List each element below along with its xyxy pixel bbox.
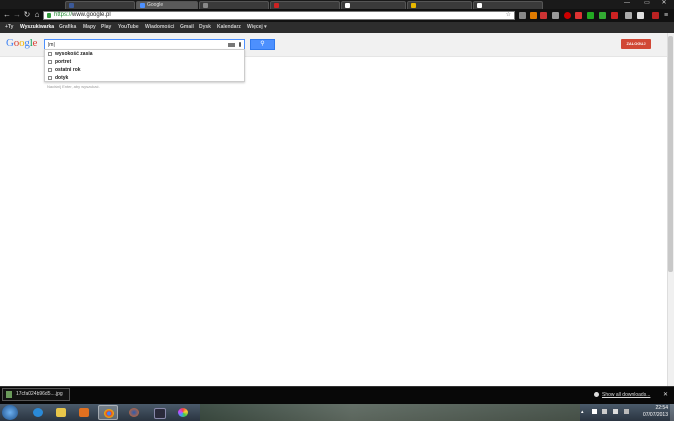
extension-icon[interactable] (637, 12, 644, 19)
history-icon (48, 76, 52, 80)
checkmark-icon[interactable] (587, 12, 594, 19)
tab-facebook[interactable] (65, 1, 135, 9)
tab-strip: Google — ▭ ✕ (0, 0, 674, 9)
gbar-item-gmail[interactable]: Gmail (180, 22, 194, 33)
monitor-icon (154, 408, 166, 419)
history-icon (48, 68, 52, 72)
gbar-item-youtube[interactable]: YouTube (118, 22, 139, 33)
start-button[interactable] (2, 405, 18, 420)
taskbar-media-player[interactable] (74, 405, 94, 420)
internet-explorer-icon (33, 408, 43, 417)
scrollbar-thumb[interactable] (668, 36, 673, 272)
google-bar: +Ty Wyszukiwarka Grafika Mapy Play YouTu… (0, 22, 674, 33)
download-bar (0, 386, 674, 404)
page-icon (477, 3, 482, 8)
flag-icon[interactable] (592, 409, 597, 414)
search-button[interactable]: ⚲ (250, 39, 275, 50)
close-window-button[interactable]: ✕ (657, 0, 671, 7)
extension-icon[interactable] (625, 12, 632, 19)
extension-icon[interactable] (540, 12, 547, 19)
sign-in-button[interactable]: ZALOGUJ (621, 39, 651, 49)
restore-button[interactable]: ▭ (640, 0, 654, 7)
taskbar-explorer[interactable] (51, 405, 71, 420)
gbar-item-news[interactable]: Wiadomości (145, 22, 174, 33)
show-all-downloads-link[interactable]: Show all downloads... (602, 391, 650, 399)
gbar-item-plus[interactable]: +Ty (5, 22, 13, 33)
suggestion-item[interactable]: portret (48, 58, 243, 66)
close-download-bar-button[interactable]: ✕ (663, 391, 668, 399)
page-content (0, 33, 667, 386)
url-text: https://www.google.pl (54, 12, 111, 18)
gbar-item-search[interactable]: Wyszukiwarka (20, 22, 54, 33)
forward-button[interactable]: → (12, 10, 22, 20)
tab-6[interactable] (407, 1, 472, 9)
image-file-icon (6, 391, 12, 398)
facebook-icon (69, 3, 74, 8)
chrome-icon (104, 409, 114, 418)
page-icon (411, 3, 416, 8)
extension-icon[interactable] (519, 12, 526, 19)
gbar-item-play[interactable]: Play (101, 22, 111, 33)
taskbar-picasa[interactable] (173, 405, 193, 420)
download-icon (594, 392, 599, 397)
extension-icon[interactable] (564, 12, 571, 19)
taskbar-app[interactable] (149, 405, 169, 420)
suggestion-item[interactable]: dotyk (48, 74, 243, 82)
reload-button[interactable]: ↻ (22, 10, 32, 20)
volume-icon[interactable] (613, 409, 618, 414)
tab-7[interactable] (473, 1, 543, 9)
extension-icon[interactable] (652, 12, 659, 19)
history-icon (48, 60, 52, 64)
suggestions-dropdown: wysokość zasia portret ostatni rok dotyk (44, 49, 245, 82)
gbar-item-maps[interactable]: Mapy (83, 22, 96, 33)
microphone-icon[interactable] (239, 42, 241, 47)
tab-5[interactable] (341, 1, 406, 9)
picasa-icon (178, 408, 188, 417)
gbar-item-calendar[interactable]: Kalendarz (217, 22, 241, 33)
taskbar-chrome[interactable] (98, 405, 118, 420)
wallpaper (200, 404, 580, 421)
firefox-icon (129, 408, 139, 417)
extension-icon[interactable] (599, 12, 606, 19)
lock-icon (47, 13, 51, 18)
taskbar-firefox[interactable] (124, 405, 144, 420)
clock[interactable]: 22:54 07/07/2013 (636, 405, 668, 419)
keyboard-icon[interactable] (228, 43, 235, 47)
taskbar-ie[interactable] (28, 405, 48, 420)
back-button[interactable]: ← (2, 10, 12, 20)
tab-google[interactable]: Google (136, 1, 198, 9)
extension-icon[interactable] (575, 12, 582, 19)
star-icon[interactable]: ☆ (506, 12, 511, 19)
show-desktop-button[interactable] (670, 404, 674, 421)
magnifier-icon: ⚲ (260, 41, 265, 47)
tray-expand-icon[interactable]: ▴ (581, 409, 587, 415)
tray-app-icon[interactable] (624, 409, 629, 414)
gbar-item-more[interactable]: Więcej ▾ (247, 22, 267, 33)
network-icon[interactable] (602, 409, 607, 414)
download-item[interactable]: 17cfa024b96d5....jpg (2, 388, 70, 401)
gbar-item-drive[interactable]: Dysk (199, 22, 211, 33)
extension-icon[interactable] (552, 12, 559, 19)
suggestion-item[interactable]: ostatni rok (48, 66, 243, 74)
extension-icon[interactable] (530, 12, 537, 19)
google-favicon-icon (140, 3, 145, 8)
search-hint: Naciśnij Enter, aby wyszukać. (47, 84, 100, 89)
suggestion-item[interactable]: wysokość zasia (48, 50, 243, 58)
minimize-button[interactable]: — (620, 0, 634, 7)
page-icon (274, 3, 279, 8)
page-icon (203, 3, 208, 8)
folder-icon (56, 408, 66, 417)
gbar-item-images[interactable]: Grafika (59, 22, 76, 33)
extension-icon[interactable] (611, 12, 618, 19)
address-bar[interactable]: https://www.google.pl ☆ (43, 11, 515, 20)
media-player-icon (79, 408, 89, 417)
home-button[interactable]: ⌂ (32, 10, 42, 20)
page-icon (345, 3, 350, 8)
tab-4[interactable] (270, 1, 340, 9)
google-logo[interactable]: Google (6, 37, 37, 49)
menu-icon[interactable]: ≡ (664, 12, 671, 19)
history-icon (48, 52, 52, 56)
tab-3[interactable] (199, 1, 269, 9)
